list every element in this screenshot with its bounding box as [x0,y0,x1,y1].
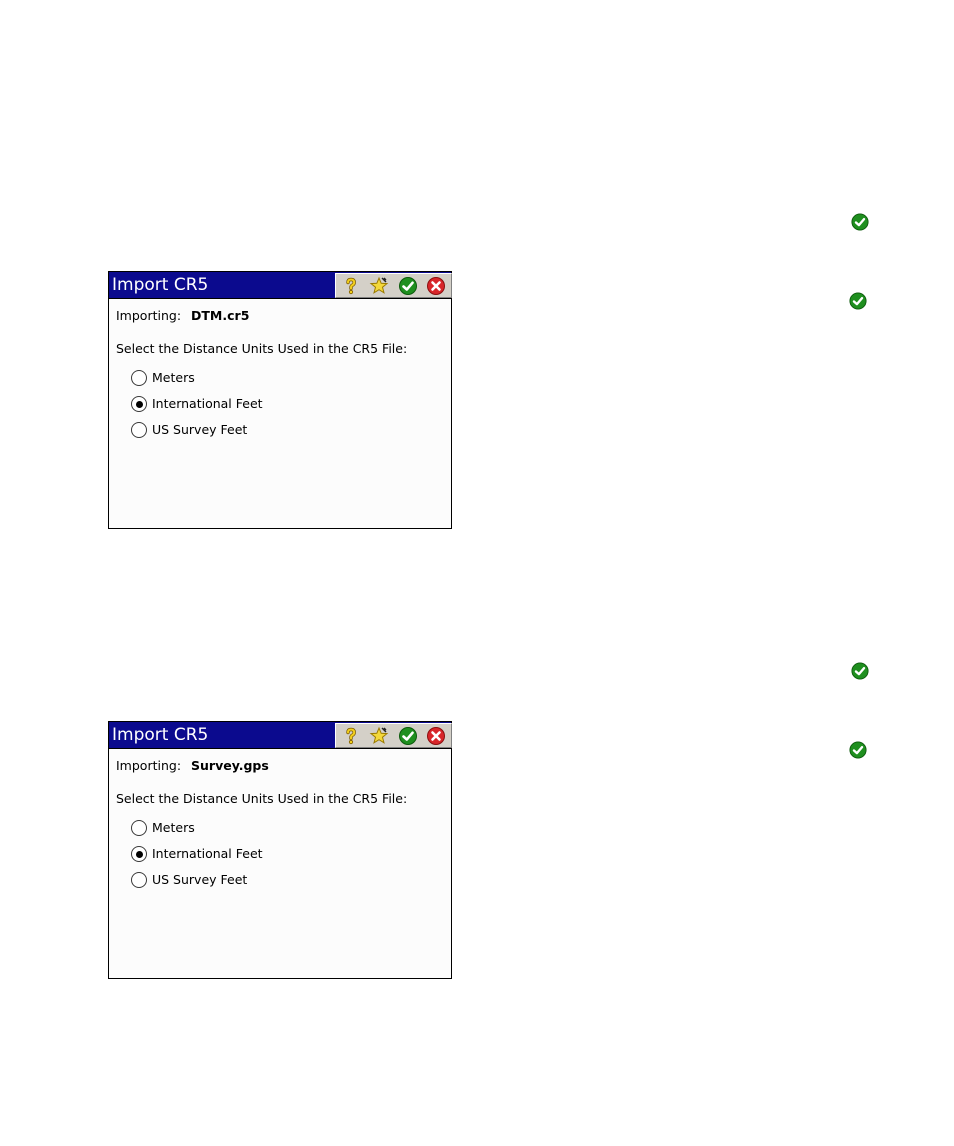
help-icon[interactable] [341,276,361,296]
radio-button[interactable] [131,396,147,412]
ok-check-icon[interactable] [398,276,418,296]
title-bar: Import CR5 [109,722,452,749]
importing-line: Importing: Survey.gps [116,758,269,773]
favorite-star-icon[interactable] [369,726,389,746]
dialog-title: Import CR5 [112,275,209,295]
import-cr5-dialog: Import CR5 Importing:Survey.gps Select [108,721,452,979]
check-icon [849,292,867,310]
radio-button[interactable] [131,872,147,888]
check-icon [849,741,867,759]
title-bar: Import CR5 [109,272,452,299]
importing-label: Importing: [116,308,182,323]
radio-label: US Survey Feet [152,872,248,887]
radio-label: International Feet [152,846,263,861]
radio-button[interactable] [131,422,147,438]
radio-button[interactable] [131,846,147,862]
importing-label: Importing: [116,758,182,773]
dialog-title: Import CR5 [112,725,209,745]
instruction-text: Select the Distance Units Used in the CR… [116,791,408,806]
radio-button[interactable] [131,820,147,836]
close-icon[interactable] [426,726,446,746]
help-icon[interactable] [341,726,361,746]
file-name: DTM.cr5 [191,308,250,323]
title-bar-buttons [335,273,452,298]
title-bar-buttons [335,723,452,748]
import-cr5-dialog: Import CR5 Importing: DTM.cr5 Select the… [108,271,452,529]
favorite-star-icon[interactable] [369,276,389,296]
radio-label: International Feet [152,396,263,411]
radio-label: Meters [152,820,195,835]
radio-label: Meters [152,370,195,385]
instruction-text: Select the Distance Units Used in the CR… [116,341,408,356]
ok-check-icon[interactable] [398,726,418,746]
check-icon [851,662,869,680]
close-icon[interactable] [426,276,446,296]
radio-button[interactable] [131,370,147,386]
check-icon [851,213,869,231]
radio-label: US Survey Feet [152,422,248,437]
importing-line: Importing: DTM.cr5 [116,308,249,323]
file-name: Survey.gps [191,758,269,773]
